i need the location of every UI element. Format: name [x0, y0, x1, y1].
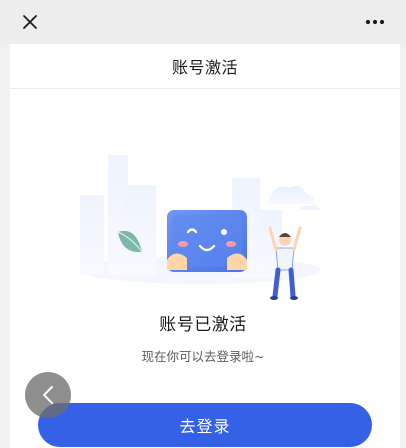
cloud [268, 186, 315, 204]
building [126, 185, 156, 275]
floating-back-button[interactable] [25, 372, 71, 418]
page-title: 账号激活 [171, 58, 238, 77]
result-subtitle: 现在你可以去登录啦~ [141, 349, 265, 364]
close-button[interactable] [18, 10, 42, 34]
close-icon [23, 15, 37, 29]
more-horizontal-icon [365, 19, 385, 25]
chevron-left-icon [43, 386, 53, 404]
result-title: 账号已激活 [159, 315, 247, 335]
activation-illustration [80, 155, 320, 300]
left-gutter [0, 0, 10, 448]
building [108, 155, 128, 275]
right-gutter [400, 0, 406, 448]
top-bar [0, 0, 406, 44]
more-button[interactable] [362, 10, 388, 34]
title-bar: 账号激活 [10, 44, 400, 89]
login-button[interactable]: 去登录 [38, 403, 372, 447]
building [80, 195, 104, 275]
app-frame: 账号激活 账号已激活 现在你可以去登录啦~ 去登录 [0, 0, 406, 448]
cloud [296, 204, 320, 212]
